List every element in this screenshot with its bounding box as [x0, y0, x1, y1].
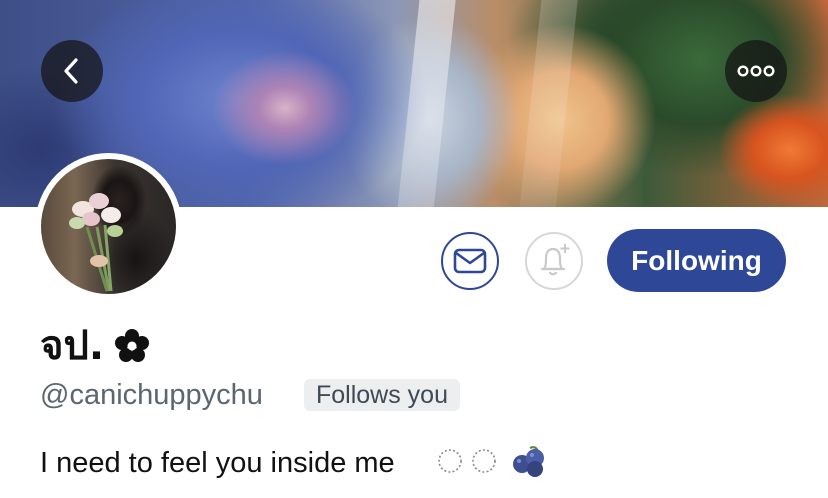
bouquet-graphic: [69, 193, 123, 292]
dotted-circle-icon: [438, 449, 462, 473]
bio-text: I need to feel you inside me: [40, 447, 395, 479]
banner-highlight: [394, 0, 458, 207]
follows-you-badge: Follows you: [304, 379, 460, 411]
notifications-button[interactable]: [525, 232, 583, 290]
ellipsis-icon: [737, 65, 775, 77]
bell-plus-icon: [540, 244, 570, 276]
avatar-photo: [41, 159, 176, 294]
black-flower-icon: [115, 329, 149, 362]
username-handle: @canichuppychu: [40, 379, 263, 411]
envelope-icon: [453, 248, 487, 274]
more-options-button[interactable]: [725, 40, 787, 102]
message-button[interactable]: [441, 232, 499, 290]
dotted-circle-icon: [472, 449, 496, 473]
banner-highlight: [516, 0, 580, 207]
avatar[interactable]: [35, 153, 182, 300]
display-name: จป.: [40, 323, 105, 369]
chevron-left-icon: [64, 58, 78, 84]
following-button[interactable]: Following: [607, 229, 786, 292]
back-button[interactable]: [41, 40, 103, 102]
blueberries-icon: [513, 446, 544, 477]
